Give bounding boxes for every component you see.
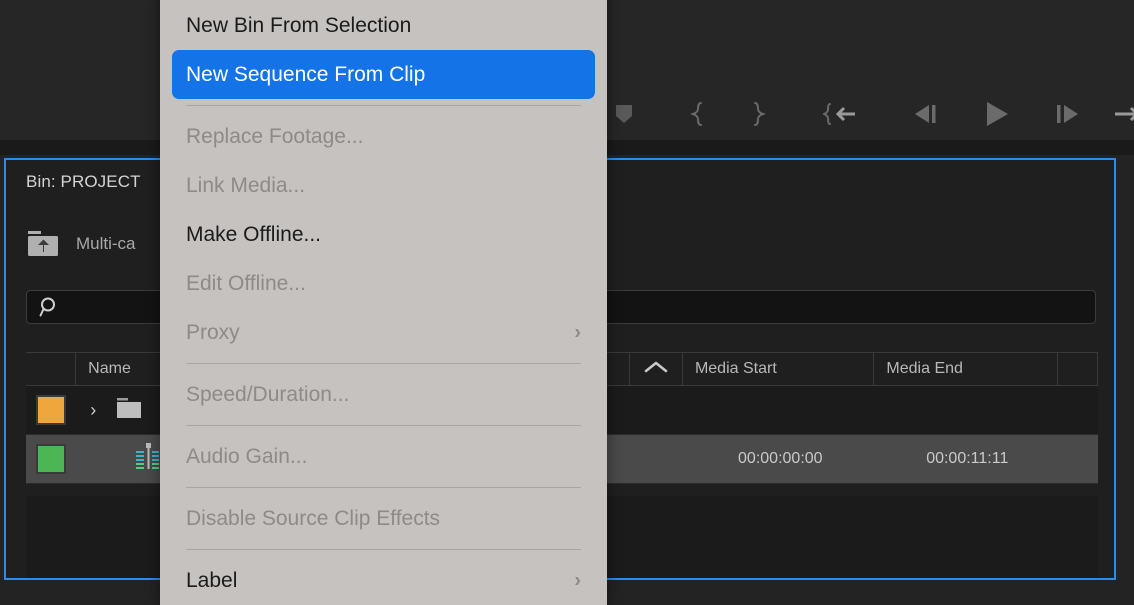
menu-item-edit-offline: Edit Offline... — [160, 259, 607, 308]
row-label-color-cell[interactable] — [26, 435, 76, 483]
row-sort-cell — [632, 435, 685, 483]
add-marker-icon[interactable] — [606, 93, 642, 135]
chevron-up-icon — [644, 360, 668, 379]
row-media-start: 00:00:00:00 — [738, 450, 823, 467]
panel-title: Bin: PROJECT — [26, 172, 141, 191]
row-more-cell — [1059, 386, 1098, 434]
audio-clip-icon — [134, 442, 160, 477]
menu-item-label[interactable]: Label › — [160, 556, 607, 605]
menu-item-link-media: Link Media... — [160, 161, 607, 210]
menu-item-label: Proxy — [186, 320, 240, 344]
bin-breadcrumb-label: Multi-ca — [76, 234, 136, 253]
step-forward-icon[interactable] — [1045, 93, 1089, 135]
transport-controls — [600, 93, 1134, 135]
label-color-swatch[interactable] — [36, 444, 67, 474]
menu-separator — [186, 105, 581, 106]
chevron-right-icon: › — [574, 569, 581, 591]
column-header-label-color[interactable] — [26, 353, 77, 385]
row-sort-cell — [632, 386, 685, 434]
menu-item-label: Audio Gain... — [186, 444, 308, 468]
play-stop-icon[interactable] — [973, 93, 1021, 135]
menu-item-new-bin-from-selection[interactable]: New Bin From Selection — [160, 1, 607, 50]
menu-separator — [186, 363, 581, 364]
menu-item-new-sequence-from-clip[interactable]: New Sequence From Clip — [172, 50, 595, 99]
row-more-cell — [1059, 435, 1098, 483]
menu-item-label: Edit Offline... — [186, 271, 306, 295]
row-label-color-cell[interactable] — [26, 386, 76, 434]
menu-item-proxy: Proxy › — [160, 308, 607, 357]
menu-item-make-offline[interactable]: Make Offline... — [160, 210, 607, 259]
column-header-media-end[interactable]: Media End — [874, 353, 1058, 385]
menu-item-label: Disable Source Clip Effects — [186, 506, 441, 530]
menu-item-label: New Bin From Selection — [186, 13, 412, 37]
bin-breadcrumb-row: Multi-ca — [26, 228, 136, 260]
mark-in-icon[interactable] — [680, 93, 716, 135]
menu-separator — [186, 549, 581, 550]
column-header-more[interactable] — [1058, 353, 1099, 385]
row-media-end: 00:00:11:11 — [926, 450, 1009, 467]
disclosure-triangle-icon[interactable]: › — [82, 400, 104, 421]
menu-item-label: Speed/Duration... — [186, 382, 350, 406]
row-media-start — [685, 386, 876, 434]
column-header-sort[interactable] — [630, 353, 683, 385]
column-header-media-start[interactable]: Media Start — [683, 353, 875, 385]
menu-separator — [186, 425, 581, 426]
clip-context-menu: New Bin From Selection New Sequence From … — [160, 0, 607, 605]
menu-item-label: New Sequence From Clip — [186, 62, 426, 86]
search-icon — [39, 296, 61, 318]
mark-out-icon[interactable] — [740, 93, 776, 135]
chevron-right-icon: › — [574, 321, 581, 343]
bin-folder-icon — [116, 397, 142, 424]
menu-item-label: Replace Footage... — [186, 124, 364, 148]
go-to-out-icon[interactable] — [1108, 93, 1134, 135]
menu-item-label: Link Media... — [186, 173, 306, 197]
row-media-end — [876, 386, 1059, 434]
step-back-icon[interactable] — [904, 93, 948, 135]
menu-item-audio-gain: Audio Gain... — [160, 432, 607, 481]
menu-item-speed-duration: Speed/Duration... — [160, 370, 607, 419]
folder-up-icon[interactable] — [26, 230, 60, 258]
menu-item-label: Make Offline... — [186, 222, 322, 246]
premiere-pro-window: Bin: PROJECT Multi-ca 1 of 2 items selec… — [0, 0, 1134, 605]
go-to-in-icon[interactable] — [816, 93, 866, 135]
menu-item-disable-source-clip-effects: Disable Source Clip Effects — [160, 494, 607, 543]
menu-item-label: Label — [186, 568, 238, 592]
menu-item-replace-footage: Replace Footage... — [160, 112, 607, 161]
menu-separator — [186, 487, 581, 488]
label-color-swatch[interactable] — [36, 395, 67, 425]
